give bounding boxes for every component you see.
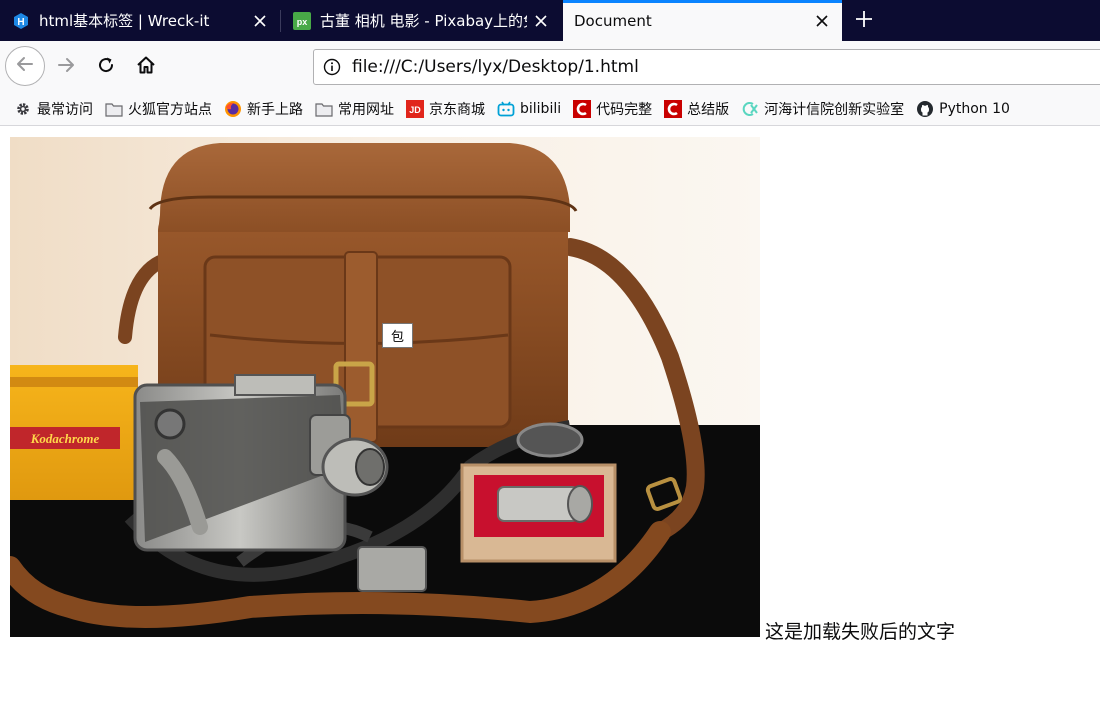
arrow-right-icon (56, 55, 76, 79)
image-alt-text: 这是加载失败后的文字 (765, 621, 956, 643)
navigation-toolbar: file:///C:/Users/lyx/Desktop/1.html (0, 41, 1100, 93)
pixabay-icon: px (293, 11, 311, 30)
bookmark-label: 火狐官方站点 (128, 102, 212, 118)
svg-text:px: px (297, 17, 308, 27)
plus-icon (855, 10, 873, 32)
bookmark-firefox-official[interactable]: 火狐官方站点 (99, 96, 218, 122)
tab-title: html基本标签 | Wreck-it (39, 12, 210, 30)
home-icon (136, 55, 156, 79)
folder-icon (315, 100, 333, 118)
svg-text:Kodachrome: Kodachrome (30, 431, 100, 446)
bilibili-icon (497, 100, 515, 118)
tab-html-basics[interactable]: H html基本标签 | Wreck-it (0, 0, 280, 41)
bookmark-code-complete[interactable]: 代码完整 (567, 96, 658, 122)
close-icon[interactable] (808, 7, 836, 35)
svg-text:JD: JD (409, 105, 421, 115)
bookmark-label: 京东商城 (429, 102, 485, 118)
lab-icon (741, 100, 759, 118)
bookmark-label: 常用网址 (338, 102, 394, 118)
bookmarks-toolbar: 最常访问 火狐官方站点 新手上路 常用网址 JD 京东商城 bilibili 代… (0, 93, 1100, 126)
tab-strip: H html基本标签 | Wreck-it px 古董 相机 电影 - Pixa… (0, 0, 1100, 41)
home-button[interactable] (128, 49, 164, 85)
reload-button[interactable] (88, 49, 124, 85)
bookmark-label: Python 10 (939, 101, 1010, 117)
close-icon[interactable] (246, 7, 274, 35)
folder-icon (105, 100, 123, 118)
url-text[interactable]: file:///C:/Users/lyx/Desktop/1.html (352, 57, 639, 77)
csdn-icon (573, 100, 592, 118)
arrow-left-icon (15, 54, 35, 78)
firefox-icon (224, 100, 242, 118)
h-hexagon-icon: H (12, 12, 30, 30)
bookmark-label: 总结版 (687, 102, 730, 118)
back-button[interactable] (5, 46, 45, 86)
bookmark-bilibili[interactable]: bilibili (491, 96, 567, 122)
svg-text:H: H (17, 17, 24, 28)
bookmark-label: 河海计信院创新实验室 (764, 102, 905, 118)
bookmark-most-visited[interactable]: 最常访问 (8, 96, 99, 122)
bookmark-common-sites[interactable]: 常用网址 (309, 96, 400, 122)
bookmark-hohai-lab[interactable]: 河海计信院创新实验室 (735, 96, 910, 122)
page-content: Kodachrome 包 这是加载失败后的文字 (0, 127, 1100, 703)
bookmark-label: 新手上路 (247, 102, 303, 118)
bookmark-python[interactable]: Python 10 (910, 96, 1016, 122)
forward-button[interactable] (48, 49, 84, 85)
tab-document[interactable]: Document (563, 0, 842, 41)
bookmark-summary[interactable]: 总结版 (658, 96, 735, 122)
image-title-tooltip: 包 (382, 323, 413, 348)
bookmark-getting-started[interactable]: 新手上路 (218, 96, 309, 122)
jd-icon: JD (406, 100, 424, 118)
info-icon[interactable] (321, 56, 343, 78)
bookmark-label: 代码完整 (596, 102, 653, 118)
tab-title: 古董 相机 电影 - Pixabay上的免费 (320, 12, 527, 30)
bookmark-label: 最常访问 (37, 102, 93, 118)
tab-title: Document (574, 11, 652, 30)
tab-pixabay[interactable]: px 古董 相机 电影 - Pixabay上的免费 (281, 0, 561, 41)
reload-icon (96, 55, 116, 79)
new-tab-button[interactable] (846, 4, 882, 38)
bookmark-label: bilibili (520, 101, 562, 117)
github-icon (916, 100, 934, 118)
camera-bag-photo: Kodachrome 包 (10, 137, 760, 637)
csdn-icon (664, 100, 683, 118)
address-bar[interactable]: file:///C:/Users/lyx/Desktop/1.html (313, 49, 1100, 85)
bookmark-jd[interactable]: JD 京东商城 (400, 96, 491, 122)
close-icon[interactable] (527, 7, 555, 35)
gear-icon (14, 100, 32, 118)
